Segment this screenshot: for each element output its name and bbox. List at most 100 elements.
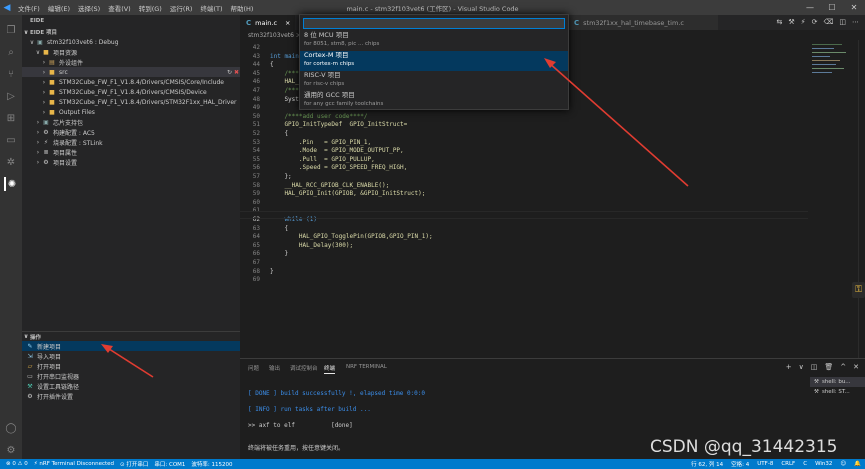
terminal-dropdown-icon[interactable]: ∨ <box>799 363 804 371</box>
eol-status[interactable]: CRLF <box>781 461 795 467</box>
split-terminal-icon[interactable]: ◫ <box>811 363 818 371</box>
minimize-button[interactable]: — <box>799 3 821 12</box>
maximize-panel-icon[interactable]: ^ <box>840 363 846 371</box>
tree-item-settings[interactable]: › ⚙ 项目设置 <box>22 157 240 167</box>
line-number: 43 <box>252 52 260 60</box>
baud-rate-status[interactable]: 波特率: 115200 <box>191 460 232 468</box>
platform-status[interactable]: Win32 <box>815 461 832 467</box>
tree-item-output[interactable]: › ■ Output Files <box>22 107 240 117</box>
terminal-list-item[interactable]: ⚒ shell: bu... <box>810 377 865 387</box>
tree-item-chip-support[interactable]: › ▣ 芯片支持包 <box>22 117 240 127</box>
settings-gear-icon[interactable]: ⚙ <box>4 443 18 457</box>
code-line: { <box>270 61 274 69</box>
tree-item-flash-config[interactable]: › ⚡ 烧录配置 : STLink <box>22 137 240 147</box>
account-icon[interactable]: ◯ <box>4 421 18 435</box>
eide-icon[interactable]: ✺ <box>4 177 18 191</box>
line-number: 67 <box>252 259 260 266</box>
quick-pick-item-gcc[interactable]: 通用的 GCC 项目 for any gcc family toolchains <box>300 91 568 111</box>
more-actions-icon[interactable]: ⋯ <box>852 18 859 26</box>
close-button[interactable]: ✕ <box>843 3 865 12</box>
encoding-status[interactable]: UTF-8 <box>757 461 773 467</box>
menu-file[interactable]: 文件(F) <box>18 3 40 13</box>
tree-item-src[interactable]: › ■ src ↻ ✖ <box>22 67 240 77</box>
problems-status[interactable]: ⊗ 0 ⚠ 0 <box>6 461 28 467</box>
op-plugin-settings[interactable]: ⚙ 打开插件设置 <box>22 391 240 401</box>
tree-item-label: 烧录配置 : STLink <box>53 139 103 147</box>
indentation-status[interactable]: 空格: 4 <box>731 460 749 468</box>
compare-icon[interactable]: ⇆ <box>777 18 783 26</box>
op-serial-monitor[interactable]: ▭ 打开串口监视器 <box>22 371 240 381</box>
run-debug-icon[interactable]: ▷ <box>4 89 18 103</box>
panel-tab-nrf-terminal[interactable]: NRF TERMINAL <box>346 364 387 370</box>
explorer-icon[interactable]: ❐ <box>4 23 18 37</box>
extensions-icon[interactable]: ⊞ <box>4 111 18 125</box>
new-project-icon: ✎ <box>27 342 33 350</box>
remote-explorer-icon[interactable]: ▭ <box>4 133 18 147</box>
menu-view[interactable]: 查看(V) <box>108 3 131 13</box>
close-icon[interactable]: × <box>285 19 290 27</box>
clean-icon[interactable]: ⌫ <box>823 18 833 26</box>
flash-icon[interactable]: ⚡ <box>801 18 806 26</box>
chip-icon: ▣ <box>43 118 49 126</box>
rebuild-icon[interactable]: ⟳ <box>812 18 818 26</box>
build-icon[interactable]: ⚒ <box>788 18 794 26</box>
serial-port-status[interactable]: 串口: COM1 <box>154 460 185 468</box>
maximize-button[interactable]: ☐ <box>821 3 843 12</box>
minimap[interactable] <box>808 40 858 358</box>
op-open-project[interactable]: ▱ 打开项目 <box>22 361 240 371</box>
tree-item-properties[interactable]: › ≣ 项目属性 <box>22 147 240 157</box>
terminal-list-item[interactable]: ⚒ shell: ST... <box>810 387 865 397</box>
item-label: RISC-V 项目 <box>304 71 341 79</box>
new-terminal-icon[interactable]: + <box>786 363 792 371</box>
menu-help[interactable]: 帮助(H) <box>230 3 253 13</box>
menu-edit[interactable]: 编辑(E) <box>48 3 70 13</box>
tree-item-cmsis-device[interactable]: › ■ STM32Cube_FW_F1_V1.8.4/Drivers/CMSIS/D… <box>22 87 240 97</box>
split-editor-icon[interactable]: ◫ <box>839 18 846 26</box>
section-eide-project[interactable]: ∨ EIDE 项目 <box>22 27 240 37</box>
tree-item-resources[interactable]: ∨ ■ 项目资源 <box>22 47 240 57</box>
tree-item-cmsis-core[interactable]: › ■ STM32Cube_FW_F1_V1.8.4/Drivers/CMSIS/C… <box>22 77 240 87</box>
close-panel-icon[interactable]: ✕ <box>853 363 859 371</box>
lock-icon[interactable]: ⚿ <box>852 282 865 298</box>
feedback-icon[interactable]: ☺ <box>840 461 846 467</box>
section-operations[interactable]: ∨ 操作 <box>22 331 240 341</box>
quick-pick-item-8bit[interactable]: 8 位 MCU 项目 for 8051, stm8, pic ... chips <box>300 31 568 51</box>
quick-pick-item-cortex-m[interactable]: Cortex-M 项目 for cortex-m chips <box>300 51 568 71</box>
tree-item-label: STM32Cube_FW_F1_V1.8.4/Drivers/CMSIS/Cor… <box>59 78 224 86</box>
quick-pick-input[interactable] <box>303 18 565 29</box>
panel-tab-problems[interactable]: 问题 <box>248 364 259 372</box>
delete-icon[interactable]: ✖ <box>234 69 239 76</box>
refresh-icon[interactable]: ↻ <box>227 69 232 76</box>
vertical-scrollbar[interactable] <box>858 40 865 358</box>
nrf-terminal-status[interactable]: ⚡ nRF Terminal Disconnected <box>34 461 114 467</box>
panel-tab-debug-console[interactable]: 调试控制台 <box>290 364 318 372</box>
monitor-icon: ▭ <box>27 372 33 380</box>
tab-main-c[interactable]: Cmain.c × <box>240 15 295 30</box>
menu-selection[interactable]: 选择(S) <box>78 3 100 13</box>
bug-icon[interactable]: ✲ <box>4 155 18 169</box>
op-toolchain-path[interactable]: ⚒ 设置工具链路径 <box>22 381 240 391</box>
tab-timebase[interactable]: Cstm32f1xx_hal_timebase_tim.c <box>568 15 718 30</box>
quick-pick-item-riscv[interactable]: RISC-V 项目 for risc-v chips <box>300 71 568 91</box>
search-icon[interactable]: ⌕ <box>4 45 18 59</box>
project-label: stm32f103vet6 : Debug <box>47 38 119 46</box>
open-serial-button[interactable]: ⊙ 打开串口 <box>120 460 148 468</box>
cursor-position[interactable]: 行 62, 列 14 <box>691 460 723 468</box>
tree-item-build-config[interactable]: › ⚙ 构建配置 : AC5 <box>22 127 240 137</box>
tree-item-peripherals[interactable]: › ▤ 外设组件 <box>22 57 240 67</box>
tree-item-hal-driver[interactable]: › ■ STM32Cube_FW_F1_V1.8.4/Drivers/STM32F1… <box>22 97 240 107</box>
project-node[interactable]: ∨ ▣ stm32f103vet6 : Debug <box>22 37 240 47</box>
op-new-project[interactable]: ✎ 新建项目 <box>22 341 240 351</box>
op-label: 设置工具链路径 <box>37 383 80 391</box>
source-control-icon[interactable]: ⑂ <box>4 67 18 81</box>
menu-run[interactable]: 运行(R) <box>170 3 193 13</box>
watermark: CSDN @qq_31442315 <box>650 437 838 457</box>
menu-go[interactable]: 转到(G) <box>139 3 162 13</box>
menu-terminal[interactable]: 终端(T) <box>200 3 222 13</box>
panel-tab-output[interactable]: 输出 <box>269 364 280 372</box>
panel-tab-terminal[interactable]: 终端 <box>324 364 336 374</box>
language-status[interactable]: C <box>803 461 807 467</box>
trash-icon[interactable]: 🗑 <box>824 363 833 371</box>
op-import-project[interactable]: ⇲ 导入项目 <box>22 351 240 361</box>
notifications-icon[interactable]: 🔔 <box>854 461 861 467</box>
